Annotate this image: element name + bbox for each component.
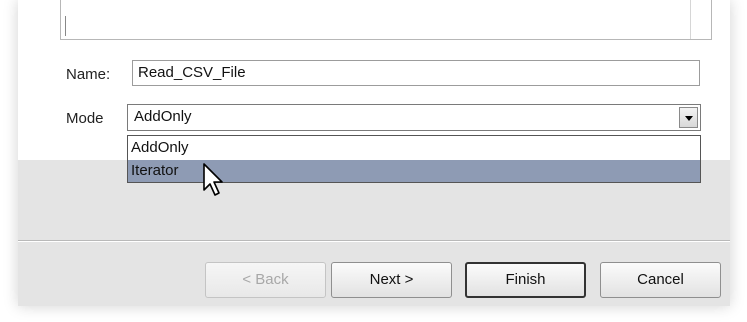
arrow-pointer-icon: [203, 163, 223, 196]
list-box[interactable]: [60, 0, 712, 40]
next-button[interactable]: Next >: [331, 262, 452, 298]
chevron-down-icon[interactable]: [679, 107, 698, 128]
list-divider: [65, 16, 66, 36]
dropdown-option-addonly[interactable]: AddOnly: [128, 137, 700, 159]
back-button[interactable]: < Back: [205, 262, 326, 298]
wizard-dialog: Name: Read_CSV_File Mode AddOnly < Back …: [18, 0, 730, 306]
list-scroll-divider: [690, 0, 691, 39]
mode-label: Mode: [66, 110, 104, 127]
finish-button[interactable]: Finish: [465, 262, 586, 298]
footer-separator: [18, 240, 730, 242]
mode-select-value: AddOnly: [134, 108, 192, 125]
cancel-button[interactable]: Cancel: [600, 262, 721, 298]
name-input[interactable]: Read_CSV_File: [132, 60, 700, 86]
name-label: Name:: [66, 66, 111, 83]
mode-select[interactable]: AddOnly: [127, 104, 701, 131]
